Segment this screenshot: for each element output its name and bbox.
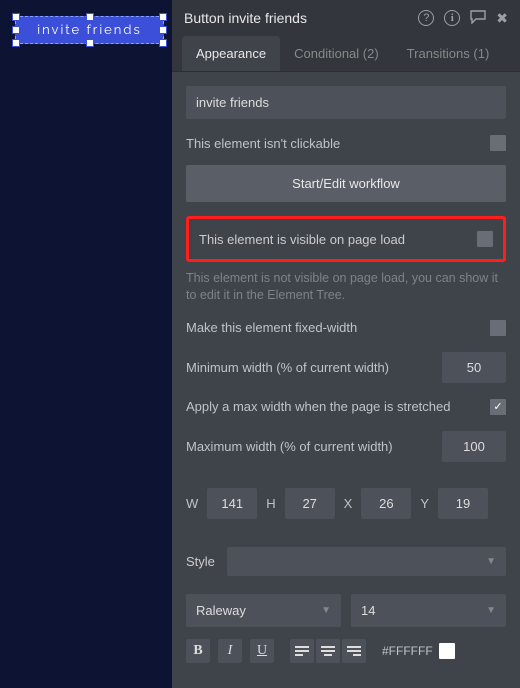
tab-appearance[interactable]: Appearance (182, 36, 280, 71)
resize-handle[interactable] (12, 39, 20, 47)
visible-checkbox[interactable] (477, 231, 493, 247)
y-input[interactable] (438, 488, 488, 519)
font-family-value: Raleway (196, 603, 246, 618)
resize-handle[interactable] (86, 39, 94, 47)
font-size-dropdown[interactable]: 14 ▼ (351, 594, 506, 627)
chevron-down-icon: ▼ (486, 556, 496, 567)
fixed-width-label: Make this element fixed-width (186, 320, 357, 335)
property-panel: Button invite friends ? i ✖ Appearance C… (172, 0, 520, 688)
panel-body: This element isn't clickable Start/Edit … (172, 72, 520, 688)
color-swatch[interactable] (439, 643, 455, 659)
style-label: Style (186, 554, 215, 569)
align-right-button[interactable] (342, 639, 366, 663)
align-right-icon (347, 646, 361, 656)
visible-on-load-row: This element is visible on page load (186, 216, 506, 262)
min-width-label: Minimum width (% of current width) (186, 360, 389, 375)
close-icon[interactable]: ✖ (496, 10, 508, 27)
max-width-label: Maximum width (% of current width) (186, 439, 393, 454)
align-left-icon (295, 646, 309, 656)
workflow-button[interactable]: Start/Edit workflow (186, 165, 506, 202)
help-icon[interactable]: ? (418, 10, 434, 26)
color-hex: #FFFFFF (382, 644, 433, 658)
align-center-button[interactable] (316, 639, 340, 663)
w-label: W (186, 496, 198, 511)
tab-conditional[interactable]: Conditional (2) (280, 36, 393, 71)
fixed-width-checkbox[interactable] (490, 320, 506, 336)
italic-button[interactable]: I (218, 639, 242, 663)
clickable-label: This element isn't clickable (186, 136, 340, 151)
resize-handle[interactable] (159, 13, 167, 21)
clickable-checkbox[interactable] (490, 135, 506, 151)
chevron-down-icon: ▼ (321, 605, 331, 616)
tabs: Appearance Conditional (2) Transitions (… (172, 36, 520, 72)
selected-button[interactable]: invite friends (15, 16, 164, 44)
max-apply-checkbox[interactable] (490, 399, 506, 415)
visible-help-text: This element is not visible on page load… (186, 270, 506, 304)
h-label: H (266, 496, 275, 511)
comment-icon[interactable] (470, 10, 486, 27)
panel-title: Button invite friends (184, 10, 418, 26)
bold-button[interactable]: B (186, 639, 210, 663)
font-size-value: 14 (361, 603, 375, 618)
style-dropdown[interactable]: ▼ (227, 547, 506, 576)
width-input[interactable] (207, 488, 257, 519)
max-width-input[interactable] (442, 431, 506, 462)
dimensions-row: W H X Y (186, 488, 506, 519)
height-input[interactable] (285, 488, 335, 519)
resize-handle[interactable] (159, 26, 167, 34)
x-label: X (344, 496, 353, 511)
info-icon[interactable]: i (444, 10, 460, 26)
resize-handle[interactable] (86, 13, 94, 21)
x-input[interactable] (361, 488, 411, 519)
element-name-input[interactable] (186, 86, 506, 119)
align-left-button[interactable] (290, 639, 314, 663)
visible-label: This element is visible on page load (199, 232, 405, 247)
min-width-input[interactable] (442, 352, 506, 383)
panel-header: Button invite friends ? i ✖ (172, 0, 520, 36)
editor-canvas[interactable]: invite friends (0, 0, 172, 688)
y-label: Y (420, 496, 429, 511)
font-family-dropdown[interactable]: Raleway ▼ (186, 594, 341, 627)
resize-handle[interactable] (12, 26, 20, 34)
align-center-icon (321, 646, 335, 656)
resize-handle[interactable] (12, 13, 20, 21)
font-color-field[interactable]: #FFFFFF (382, 643, 455, 659)
chevron-down-icon: ▼ (486, 605, 496, 616)
resize-handle[interactable] (159, 39, 167, 47)
underline-button[interactable]: U (250, 639, 274, 663)
tab-transitions[interactable]: Transitions (1) (393, 36, 504, 71)
selected-button-label: invite friends (37, 23, 141, 38)
max-apply-label: Apply a max width when the page is stret… (186, 399, 450, 414)
